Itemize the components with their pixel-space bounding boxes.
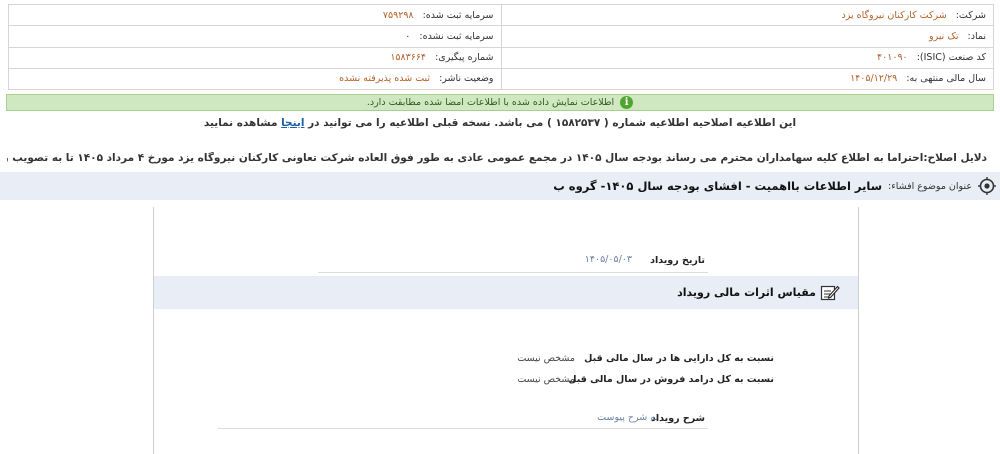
amendment-reasons: دلایل اصلاح:احتراما به اطلاع کلیه سهامدا…	[7, 152, 987, 164]
event-date-label: تاریخ رویداد	[650, 255, 705, 266]
divider	[218, 428, 708, 429]
divider	[318, 272, 708, 273]
event-description-label: شرح رویداد	[651, 413, 705, 424]
symbol-cell: نماد: تک نیرو	[500, 25, 994, 48]
tracking-label: شماره پیگیری:	[435, 52, 494, 64]
sales-ratio-value: مشخص نیست	[517, 374, 575, 385]
isic-label: کد صنعت (ISIC):	[916, 52, 986, 64]
fiscal-year-cell: سال مالی منتهی به: ۱۴۰۵/۱۲/۲۹	[500, 67, 994, 91]
symbol-value: تک نیرو	[928, 30, 959, 42]
company-label: شرکت:	[955, 9, 986, 21]
tracking-value: ۱۵۸۳۶۶۴	[390, 52, 427, 64]
sales-ratio-label: نسبت به کل درامد فروش در سال مالی قبل	[568, 374, 774, 385]
subject-value: سایر اطلاعات بااهمیت - افشای بودجه سال ۱…	[553, 179, 883, 193]
assets-ratio-value: مشخص نیست	[517, 353, 575, 364]
company-info-panel: شرکت: شرکت کارکنان نیروگاه یزد سرمایه ثب…	[8, 3, 994, 91]
registered-capital-value: ۷۵۹۲۹۸	[382, 9, 414, 21]
amendment-notice: این اطلاعیه اصلاحیه اطلاعیه شماره ( ۱۵۸۲…	[0, 117, 1000, 129]
fiscal-year-value: ۱۴۰۵/۱۲/۲۹	[850, 73, 898, 85]
financial-effects-header: مقیاس اثرات مالی رویداد	[154, 276, 858, 309]
registered-capital-label: سرمایه ثبت شده:	[422, 9, 494, 21]
subject-label: عنوان موضوع افشاء:	[888, 180, 972, 192]
tracking-cell: شماره پیگیری: ۱۵۸۳۶۶۴	[8, 46, 502, 69]
info-row: سال مالی منتهی به: ۱۴۰۵/۱۲/۲۹ وضعیت ناشر…	[8, 67, 994, 91]
alert-text: اطلاعات نمایش داده شده با اطلاعات امضا ش…	[366, 97, 615, 108]
previous-version-link[interactable]: اینجا	[281, 117, 304, 129]
unregistered-capital-value: ۰	[405, 30, 411, 42]
target-icon	[978, 177, 996, 195]
event-description-value: به شرح پیوست	[597, 412, 658, 423]
event-date-value: ۱۴۰۵/۰۵/۰۳	[584, 254, 632, 265]
event-panel: تاریخ رویداد ۱۴۰۵/۰۵/۰۳ مقیاس اثرات مالی…	[153, 207, 859, 454]
info-icon: i	[620, 96, 634, 109]
isic-cell: کد صنعت (ISIC): ۴۰۱۰۹۰	[500, 46, 994, 69]
amendment-text: این اطلاعیه اصلاحیه اطلاعیه شماره ( ۱۵۸۲…	[308, 117, 797, 129]
publisher-status-value: ثبت شده پذیرفته نشده	[339, 73, 431, 85]
unregistered-capital-label: سرمایه ثبت نشده:	[419, 30, 494, 42]
signature-match-alert: i اطلاعات نمایش داده شده با اطلاعات امضا…	[6, 94, 994, 111]
company-value: شرکت کارکنان نیروگاه یزد	[841, 9, 947, 21]
disclosure-subject-bar: عنوان موضوع افشاء: سایر اطلاعات بااهمیت …	[0, 172, 1000, 200]
company-cell: شرکت: شرکت کارکنان نیروگاه یزد	[500, 3, 994, 27]
unregistered-capital-cell: سرمایه ثبت نشده: ۰	[8, 25, 502, 48]
isic-value: ۴۰۱۰۹۰	[877, 52, 908, 64]
amendment-text-end: مشاهده نمایید	[203, 117, 278, 129]
fiscal-year-label: سال مالی منتهی به:	[906, 73, 986, 85]
publisher-status-label: وضعیت ناشر:	[439, 73, 494, 85]
edit-document-icon	[820, 285, 840, 300]
company-info-table: شرکت: شرکت کارکنان نیروگاه یزد سرمایه ثب…	[8, 3, 994, 91]
info-row: کد صنعت (ISIC): ۴۰۱۰۹۰ شماره پیگیری: ۱۵۸…	[8, 46, 994, 69]
section-title: مقیاس اثرات مالی رویداد	[677, 286, 816, 299]
publisher-status-cell: وضعیت ناشر: ثبت شده پذیرفته نشده	[8, 67, 502, 91]
info-row: نماد: تک نیرو سرمایه ثبت نشده: ۰	[8, 25, 994, 48]
registered-capital-cell: سرمایه ثبت شده: ۷۵۹۲۹۸	[8, 3, 502, 27]
assets-ratio-label: نسبت به کل دارایی ها در سال مالی قبل	[584, 353, 774, 364]
symbol-label: نماد:	[967, 30, 986, 42]
info-row: شرکت: شرکت کارکنان نیروگاه یزد سرمایه ثب…	[8, 3, 994, 27]
